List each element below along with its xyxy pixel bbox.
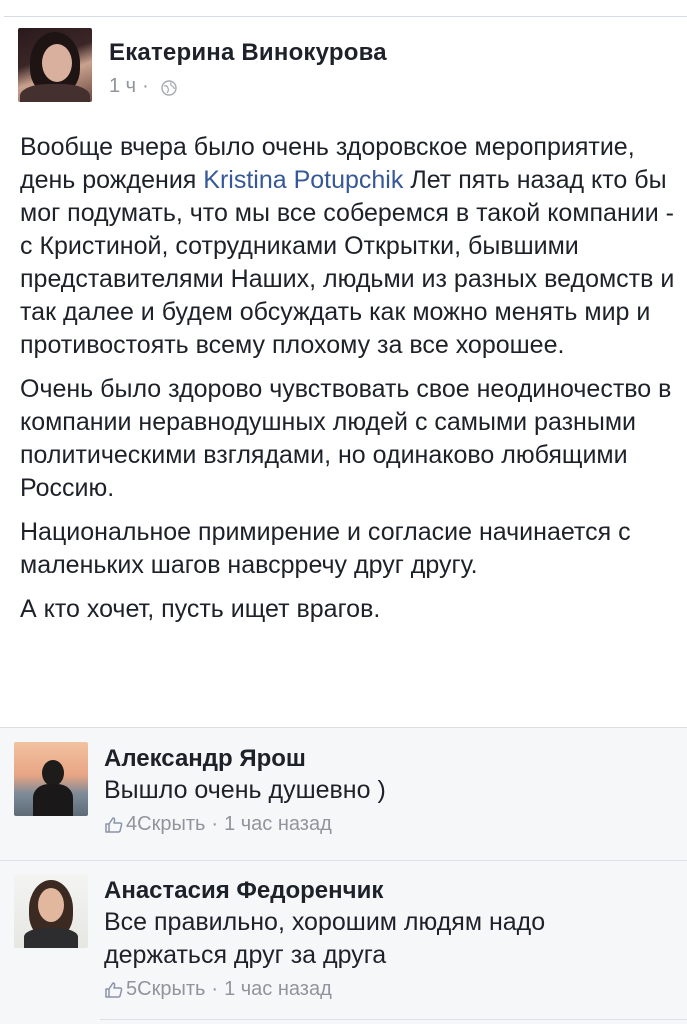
comment-author[interactable]: Анастасия Федоренчик xyxy=(104,876,664,906)
post-header-text: Екатерина Винокурова 1 ч · xyxy=(109,39,387,98)
comment-actions: 4 Скрыть · 1 час назад xyxy=(104,813,664,836)
action-separator: · xyxy=(211,978,219,1000)
facebook-post-page: Екатерина Винокурова 1 ч · Вообще вчера … xyxy=(0,0,687,1024)
author-avatar[interactable] xyxy=(18,28,92,102)
comment-actions: 5 Скрыть · 1 час назад xyxy=(104,978,664,1001)
mention-link[interactable]: Kristina Potupchik xyxy=(203,166,403,194)
post-author-name[interactable]: Екатерина Винокурова xyxy=(109,39,387,67)
thumbs-up-icon[interactable] xyxy=(104,816,124,834)
comment: Анастасия Федоренчик Все правильно, хоро… xyxy=(14,874,664,1001)
comment: Александр Ярош Вышло очень душевно ) 4 С… xyxy=(14,742,664,836)
comment-text: Вышло очень душевно ) xyxy=(104,776,386,804)
action-separator: · xyxy=(211,813,219,835)
comment-text: Все правильно, хорошим людям надо держат… xyxy=(104,908,546,969)
meta-separator: · xyxy=(142,75,149,97)
post-meta: 1 ч · xyxy=(109,75,387,98)
top-divider xyxy=(4,16,687,17)
thumbs-up-icon[interactable] xyxy=(104,981,124,999)
commenter-avatar[interactable] xyxy=(14,874,88,948)
commenter-avatar[interactable] xyxy=(14,742,88,816)
comment-author[interactable]: Александр Ярош xyxy=(104,744,664,774)
globe-icon[interactable] xyxy=(161,79,177,96)
comment-divider xyxy=(0,860,687,861)
post-timestamp[interactable]: 1 ч xyxy=(109,75,136,98)
comment-divider xyxy=(100,1019,687,1020)
post-body: Вообще вчера было очень здоровское мероп… xyxy=(20,131,680,637)
post-paragraph-2: Очень было здорово чувствовать свое неод… xyxy=(20,375,672,502)
comment-timestamp[interactable]: 1 час назад xyxy=(224,978,332,1001)
like-count[interactable]: 4 xyxy=(126,813,137,836)
post-paragraph-1: Вообще вчера было очень здоровское мероп… xyxy=(20,131,680,362)
comment-content: Анастасия Федоренчик Все правильно, хоро… xyxy=(104,876,664,1001)
post-text: Лет пять назад кто бы мог подумать, что … xyxy=(20,166,675,359)
post-paragraph-4: А кто хочет, пусть ищет врагов. xyxy=(20,595,381,623)
hide-comment-link[interactable]: Скрыть xyxy=(137,978,205,1001)
like-count[interactable]: 5 xyxy=(126,978,137,1001)
hide-comment-link[interactable]: Скрыть xyxy=(137,813,205,836)
comment-timestamp[interactable]: 1 час назад xyxy=(224,813,332,836)
post-paragraph-3: Национальное примирение и согласие начин… xyxy=(20,518,631,579)
post-header: Екатерина Винокурова 1 ч · xyxy=(18,28,387,108)
comment-content: Александр Ярош Вышло очень душевно ) 4 С… xyxy=(104,744,664,836)
